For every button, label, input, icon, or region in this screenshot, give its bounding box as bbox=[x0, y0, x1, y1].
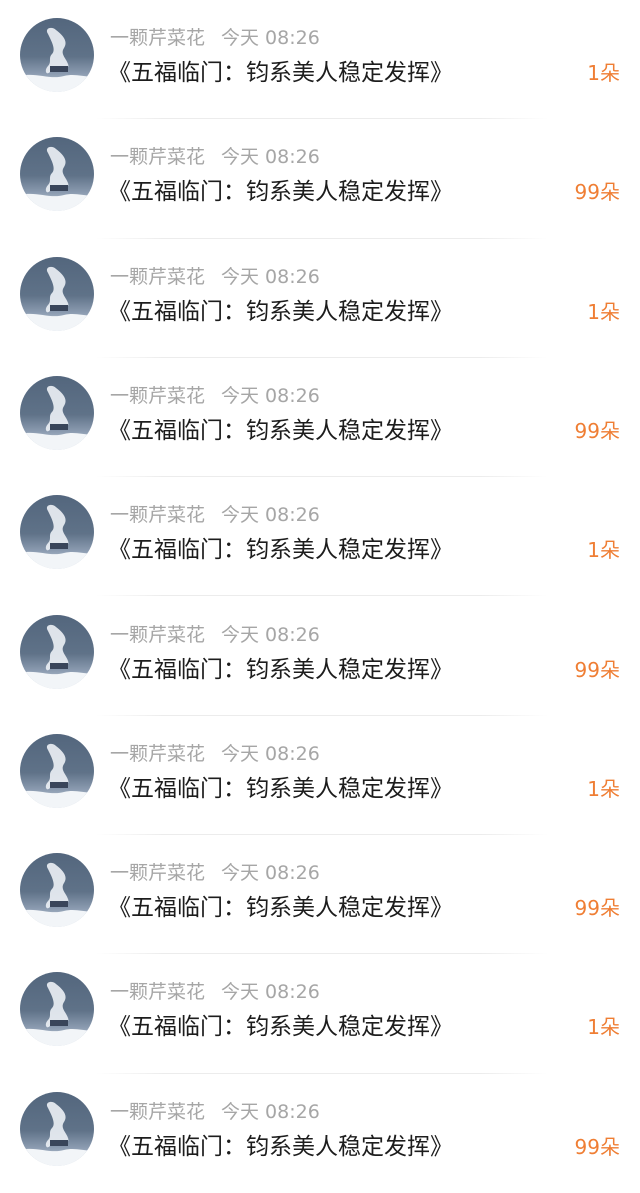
list-item[interactable]: 一颗芹菜花 今天 08:26 《五福临门：钧系美人稳定发挥》 1朵 bbox=[0, 716, 640, 836]
avatar-photo-icon bbox=[20, 266, 94, 331]
timestamp: 今天 08:26 bbox=[221, 742, 320, 765]
user-avatar[interactable] bbox=[20, 256, 94, 331]
username[interactable]: 一颗芹菜花 bbox=[110, 1101, 205, 1123]
username[interactable]: 一颗芹菜花 bbox=[110, 266, 205, 288]
avatar-photo-icon bbox=[20, 27, 94, 92]
user-avatar[interactable] bbox=[20, 733, 94, 808]
gift-record-list: 一颗芹菜花 今天 08:26 《五福临门：钧系美人稳定发挥》 1朵 一颗芹菜花 今天… bbox=[0, 0, 640, 1187]
item-meta: 一颗芹菜花 今天 08:26 bbox=[110, 860, 320, 886]
item-meta: 一颗芹菜花 今天 08:26 bbox=[110, 741, 320, 767]
timestamp: 今天 08:26 bbox=[221, 27, 320, 49]
user-avatar[interactable] bbox=[20, 1091, 94, 1166]
flower-count: 1朵 bbox=[587, 538, 620, 563]
avatar-photo-icon bbox=[20, 743, 94, 808]
item-title[interactable]: 《五福临门：钧系美人稳定发挥》 bbox=[108, 175, 453, 209]
flower-count: 99朵 bbox=[574, 657, 620, 682]
avatar-photo-icon bbox=[20, 863, 94, 928]
list-item[interactable]: 一颗芹菜花 今天 08:26 《五福临门：钧系美人稳定发挥》 1朵 bbox=[0, 239, 640, 358]
list-item[interactable]: 一颗芹菜花 今天 08:26 《五福临门：钧系美人稳定发挥》 1朵 bbox=[0, 477, 640, 597]
username[interactable]: 一颗芹菜花 bbox=[110, 981, 205, 1003]
item-meta: 一颗芹菜花 今天 08:26 bbox=[110, 502, 320, 528]
item-title[interactable]: 《五福临门：钧系美人稳定发挥》 bbox=[108, 772, 453, 806]
avatar-photo-icon bbox=[20, 982, 94, 1047]
flower-count: 99朵 bbox=[574, 418, 620, 443]
item-title[interactable]: 《五福临门：钧系美人稳定发挥》 bbox=[108, 533, 453, 567]
list-item[interactable]: 一颗芹菜花 今天 08:26 《五福临门：钧系美人稳定发挥》 99朵 bbox=[0, 835, 640, 955]
timestamp: 今天 08:26 bbox=[221, 981, 320, 1004]
timestamp: 今天 08:26 bbox=[221, 504, 320, 527]
username[interactable]: 一颗芹菜花 bbox=[110, 624, 205, 646]
flower-count: 1朵 bbox=[587, 776, 620, 801]
flower-count: 99朵 bbox=[574, 1134, 620, 1159]
item-meta: 一颗芹菜花 今天 08:26 bbox=[110, 264, 320, 290]
username[interactable]: 一颗芹菜花 bbox=[110, 743, 205, 765]
list-item[interactable]: 一颗芹菜花 今天 08:26 《五福临门：钧系美人稳定发挥》 1朵 bbox=[0, 954, 640, 1074]
flower-count: 1朵 bbox=[587, 299, 620, 324]
avatar-photo-icon bbox=[20, 147, 94, 212]
item-title[interactable]: 《五福临门：钧系美人稳定发挥》 bbox=[108, 653, 453, 687]
item-title[interactable]: 《五福临门：钧系美人稳定发挥》 bbox=[108, 414, 453, 448]
username[interactable]: 一颗芹菜花 bbox=[110, 504, 205, 526]
user-avatar[interactable] bbox=[20, 375, 94, 450]
username[interactable]: 一颗芹菜花 bbox=[110, 146, 205, 168]
item-title[interactable]: 《五福临门：钧系美人稳定发挥》 bbox=[108, 295, 453, 329]
flower-count: 1朵 bbox=[587, 1015, 620, 1040]
avatar-photo-icon bbox=[20, 624, 94, 689]
user-avatar[interactable] bbox=[20, 853, 94, 928]
flower-count: 1朵 bbox=[587, 61, 620, 85]
timestamp: 今天 08:26 bbox=[221, 1100, 320, 1123]
avatar-photo-icon bbox=[20, 385, 94, 450]
username[interactable]: 一颗芹菜花 bbox=[110, 385, 205, 407]
timestamp: 今天 08:26 bbox=[221, 623, 320, 646]
item-meta: 一颗芹菜花 今天 08:26 bbox=[110, 25, 320, 51]
item-meta: 一颗芹菜花 今天 08:26 bbox=[110, 1099, 320, 1125]
username[interactable]: 一颗芹菜花 bbox=[110, 27, 205, 49]
list-item[interactable]: 一颗芹菜花 今天 08:26 《五福临门：钧系美人稳定发挥》 99朵 bbox=[0, 358, 640, 478]
timestamp: 今天 08:26 bbox=[221, 146, 320, 169]
item-title[interactable]: 《五福临门：钧系美人稳定发挥》 bbox=[108, 1130, 453, 1164]
timestamp: 今天 08:26 bbox=[221, 862, 320, 885]
list-item[interactable]: 一颗芹菜花 今天 08:26 《五福临门：钧系美人稳定发挥》 99朵 bbox=[0, 119, 640, 239]
avatar-photo-icon bbox=[20, 1101, 94, 1166]
item-meta: 一颗芹菜花 今天 08:26 bbox=[110, 979, 320, 1005]
list-item[interactable]: 一颗芹菜花 今天 08:26 《五福临门：钧系美人稳定发挥》 99朵 bbox=[0, 1074, 640, 1193]
user-avatar[interactable] bbox=[20, 137, 94, 212]
item-title[interactable]: 《五福临门：钧系美人稳定发挥》 bbox=[108, 1010, 453, 1044]
flower-count: 99朵 bbox=[574, 896, 620, 921]
item-meta: 一颗芹菜花 今天 08:26 bbox=[110, 622, 320, 648]
user-avatar[interactable] bbox=[20, 614, 94, 689]
list-item[interactable]: 一颗芹菜花 今天 08:26 《五福临门：钧系美人稳定发挥》 1朵 bbox=[0, 0, 640, 120]
list-item[interactable]: 一颗芹菜花 今天 08:26 《五福临门：钧系美人稳定发挥》 99朵 bbox=[0, 597, 640, 716]
item-title[interactable]: 《五福临门：钧系美人稳定发挥》 bbox=[108, 891, 453, 925]
user-avatar[interactable] bbox=[20, 972, 94, 1047]
username[interactable]: 一颗芹菜花 bbox=[110, 862, 205, 884]
user-avatar[interactable] bbox=[20, 495, 94, 570]
avatar-photo-icon bbox=[20, 505, 94, 570]
item-meta: 一颗芹菜花 今天 08:26 bbox=[110, 383, 320, 409]
timestamp: 今天 08:26 bbox=[221, 384, 320, 407]
item-title[interactable]: 《五福临门：钧系美人稳定发挥》 bbox=[108, 56, 453, 90]
timestamp: 今天 08:26 bbox=[221, 265, 320, 288]
user-avatar[interactable] bbox=[20, 18, 94, 92]
item-meta: 一颗芹菜花 今天 08:26 bbox=[110, 144, 320, 170]
flower-count: 99朵 bbox=[574, 180, 620, 205]
